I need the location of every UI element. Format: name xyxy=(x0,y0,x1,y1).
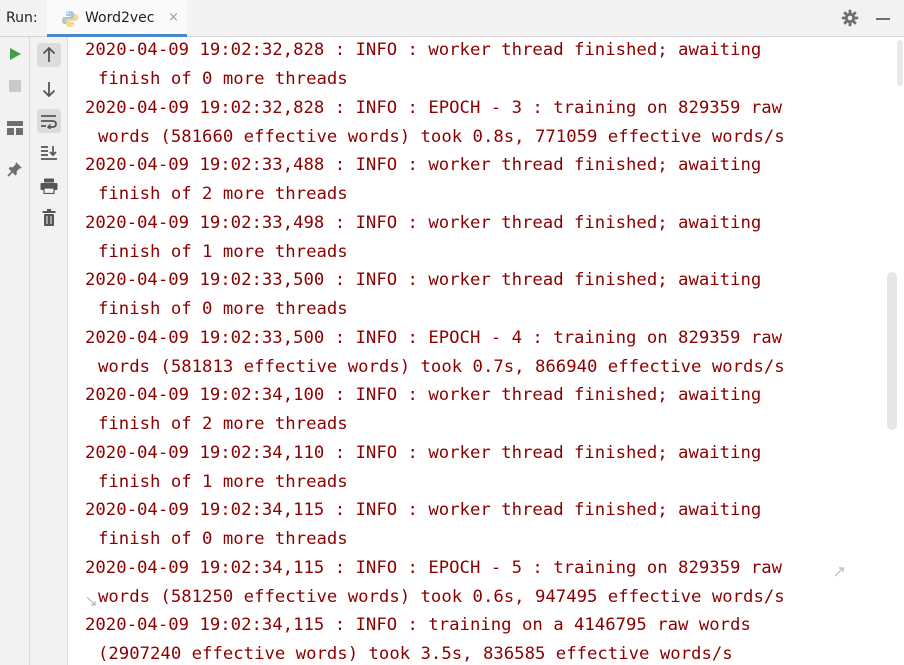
log-line: 2020-04-09 19:02:34,100 : INFO : worker … xyxy=(85,385,762,405)
log-line: 2020-04-09 19:02:32,828 : INFO : worker … xyxy=(85,40,762,60)
log-line: finish of 2 more threads xyxy=(98,414,348,434)
gear-icon[interactable] xyxy=(841,9,859,27)
run-actions-strip xyxy=(0,37,30,665)
clear-all-button[interactable] xyxy=(37,205,61,229)
log-line: 2020-04-09 19:02:34,110 : INFO : worker … xyxy=(85,443,762,463)
log-line: 2020-04-09 19:02:33,498 : INFO : worker … xyxy=(85,213,762,233)
stop-button[interactable] xyxy=(3,74,27,98)
soft-wrap-button[interactable] xyxy=(37,109,61,133)
log-line: 2020-04-09 19:02:33,500 : INFO : EPOCH -… xyxy=(85,328,783,348)
print-icon xyxy=(40,178,58,194)
log-line: 2020-04-09 19:02:34,115 : INFO : EPOCH -… xyxy=(85,558,783,578)
print-button[interactable] xyxy=(37,174,61,198)
close-tab-icon[interactable]: × xyxy=(168,10,179,25)
arrow-down-icon xyxy=(42,82,56,97)
layout-button[interactable] xyxy=(3,116,27,140)
log-line: 2020-04-09 19:02:34,115 : INFO : worker … xyxy=(85,500,762,520)
down-button[interactable] xyxy=(37,77,61,101)
log-line: words (581813 effective words) took 0.7s… xyxy=(98,357,785,377)
scroll-to-end-icon xyxy=(41,146,57,160)
up-button[interactable] xyxy=(37,43,61,67)
log-line: finish of 1 more threads xyxy=(98,472,348,492)
minimize-icon[interactable] xyxy=(876,18,890,20)
soft-wrap-icon xyxy=(41,115,57,129)
log-line: 2020-04-09 19:02:34,115 : INFO : trainin… xyxy=(85,615,751,635)
pin-tab-button[interactable] xyxy=(3,157,27,181)
console-output[interactable]: 2020-04-09 19:02:32,828 : INFO : worker … xyxy=(68,37,884,665)
stop-icon xyxy=(9,80,21,92)
run-tool-window-header: Run: Word2vec × xyxy=(0,0,904,37)
log-line: words (581660 effective words) took 0.8s… xyxy=(98,127,785,147)
python-icon xyxy=(62,11,78,27)
log-line: 2020-04-09 19:02:32,828 : INFO : EPOCH -… xyxy=(85,98,783,118)
log-line: 2020-04-09 19:02:33,488 : INFO : worker … xyxy=(85,155,762,175)
arrow-up-icon xyxy=(42,47,56,62)
layout-icon xyxy=(7,121,23,135)
log-line: finish of 0 more threads xyxy=(98,529,348,549)
run-label: Run: xyxy=(6,10,38,26)
scrollbar-thumb[interactable] xyxy=(887,272,897,430)
scrollbar-marker xyxy=(897,40,903,86)
console-tool-strip xyxy=(30,37,68,665)
log-line: (2907240 effective words) took 3.5s, 836… xyxy=(98,644,733,664)
log-line: finish of 1 more threads xyxy=(98,242,348,262)
pin-icon xyxy=(7,162,22,177)
rerun-button[interactable] xyxy=(3,42,27,66)
wrap-marker-icon xyxy=(834,567,844,577)
log-line: finish of 0 more threads xyxy=(98,69,348,89)
trash-icon xyxy=(42,208,56,226)
scroll-to-end-button[interactable] xyxy=(37,141,61,165)
wrap-marker-icon xyxy=(86,596,96,606)
tab-word2vec[interactable]: Word2vec × xyxy=(47,0,187,37)
tab-title: Word2vec xyxy=(85,10,155,26)
log-line: words (581250 effective words) took 0.6s… xyxy=(98,587,785,607)
log-line: finish of 2 more threads xyxy=(98,184,348,204)
log-line: finish of 0 more threads xyxy=(98,299,348,319)
play-icon xyxy=(10,48,21,60)
log-line: 2020-04-09 19:02:33,500 : INFO : worker … xyxy=(85,270,762,290)
